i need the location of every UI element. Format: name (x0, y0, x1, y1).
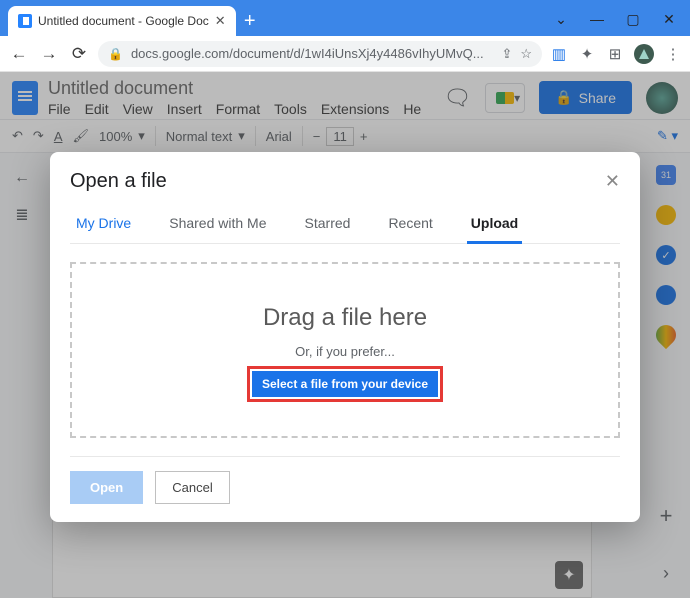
profile-extension-icon[interactable] (634, 44, 654, 64)
tab-recent[interactable]: Recent (384, 215, 436, 243)
close-window-icon[interactable]: ✕ (660, 11, 678, 28)
modal-title: Open a file (70, 170, 167, 193)
extensions-icon[interactable]: ✦ (578, 45, 596, 63)
maximize-icon[interactable]: ▢ (624, 11, 642, 28)
close-icon[interactable]: ✕ (605, 171, 620, 192)
back-icon[interactable]: ← (8, 44, 30, 64)
drag-instruction: Drag a file here (263, 304, 427, 332)
browser-titlebar: Untitled document - Google Doc ✕ + ⌄ — ▢… (0, 0, 690, 36)
tab-starred[interactable]: Starred (301, 215, 355, 243)
extension-flag-icon[interactable]: ▥ (550, 45, 568, 63)
share-url-icon[interactable]: ⇪ (501, 46, 512, 62)
new-tab-button[interactable]: + (236, 6, 264, 36)
upload-dropzone[interactable]: Drag a file here Or, if you prefer... Se… (70, 262, 620, 438)
tab-title: Untitled document - Google Doc (38, 14, 209, 28)
bookmark-icon[interactable]: ☆ (520, 46, 532, 62)
tab-shared-with-me[interactable]: Shared with Me (165, 215, 270, 243)
or-text: Or, if you prefer... (295, 344, 395, 359)
open-file-modal: Open a file ✕ My Drive Shared with Me St… (50, 152, 640, 522)
select-file-button[interactable]: Select a file from your device (252, 371, 438, 397)
cancel-button[interactable]: Cancel (155, 471, 229, 504)
picker-tabs: My Drive Shared with Me Starred Recent U… (70, 215, 620, 244)
forward-icon[interactable]: → (38, 44, 60, 64)
tab-upload[interactable]: Upload (467, 215, 522, 244)
modal-scrim[interactable]: Open a file ✕ My Drive Shared with Me St… (0, 72, 690, 598)
install-app-icon[interactable]: ⊞ (606, 45, 624, 63)
docs-favicon-icon (18, 14, 32, 28)
chevron-down-icon[interactable]: ⌄ (552, 11, 570, 28)
window-controls: ⌄ — ▢ ✕ (552, 11, 690, 36)
url-text: docs.google.com/document/d/1wI4iUnsXj4y4… (131, 46, 493, 61)
lock-icon: 🔒 (108, 47, 123, 61)
browser-tab[interactable]: Untitled document - Google Doc ✕ (8, 6, 236, 36)
open-button[interactable]: Open (70, 471, 143, 504)
minimize-icon[interactable]: — (588, 11, 606, 28)
tab-my-drive[interactable]: My Drive (72, 215, 135, 243)
address-bar: ← → ⟳ 🔒 docs.google.com/document/d/1wI4i… (0, 36, 690, 72)
reload-icon[interactable]: ⟳ (68, 44, 90, 64)
url-field[interactable]: 🔒 docs.google.com/document/d/1wI4iUnsXj4… (98, 41, 542, 67)
tab-close-icon[interactable]: ✕ (215, 13, 226, 29)
chrome-menu-icon[interactable]: ⋮ (664, 45, 682, 63)
